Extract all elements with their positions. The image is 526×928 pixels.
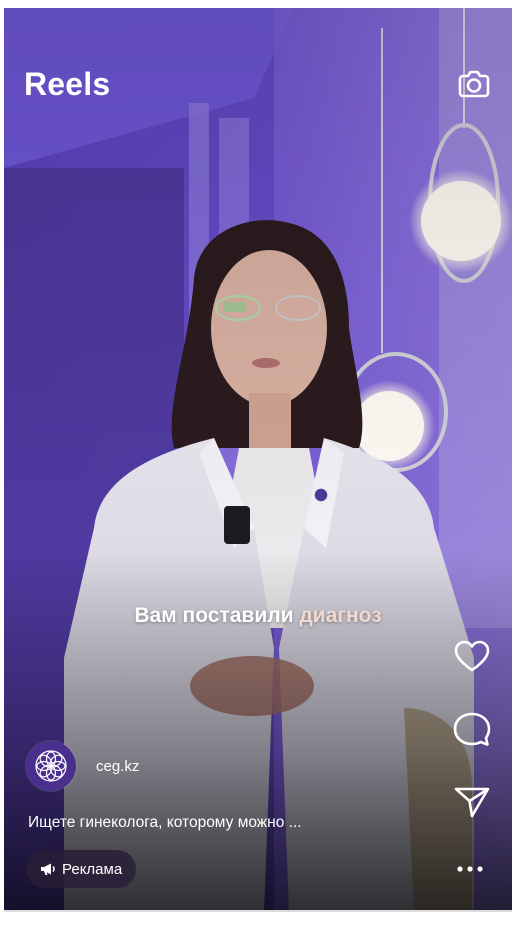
avatar[interactable] xyxy=(26,741,76,791)
more-dots-icon xyxy=(457,866,483,872)
comment-button[interactable] xyxy=(448,707,496,751)
more-options-button[interactable] xyxy=(450,854,490,884)
progress-track xyxy=(4,910,512,912)
share-button[interactable] xyxy=(448,780,496,824)
video-caption: Вам поставили диагноз xyxy=(4,604,512,628)
caption-accent-text: диагноз xyxy=(299,604,382,627)
send-icon xyxy=(454,787,490,818)
camera-button[interactable] xyxy=(456,66,492,102)
reel-viewer: Reels Вам поставили диагноз ceg.kz Ищете… xyxy=(4,8,512,912)
sponsored-label: Реклама xyxy=(62,860,123,878)
camera-icon xyxy=(458,70,490,98)
heart-icon xyxy=(454,640,490,672)
flower-logo-icon xyxy=(35,750,67,782)
page-title: Reels xyxy=(24,66,111,102)
caption-main-text: Вам поставили xyxy=(134,604,294,627)
post-description[interactable]: Ищете гинеколога, которому можно ... xyxy=(28,814,302,832)
account-row: ceg.kz xyxy=(26,741,139,791)
comment-icon xyxy=(453,712,491,746)
like-button[interactable] xyxy=(448,634,496,678)
megaphone-icon xyxy=(40,862,56,876)
username[interactable]: ceg.kz xyxy=(96,758,139,775)
sponsored-badge[interactable]: Реклама xyxy=(26,850,137,888)
